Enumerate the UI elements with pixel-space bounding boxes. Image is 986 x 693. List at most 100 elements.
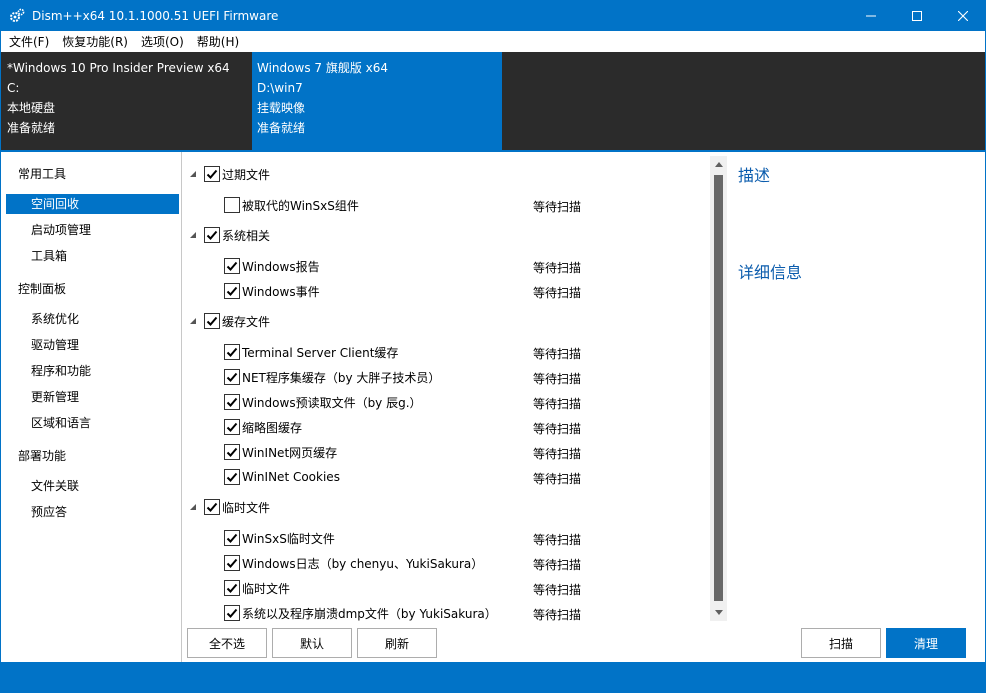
item-label: WinINet Cookies bbox=[242, 470, 340, 484]
window-title: Dism++x64 10.1.1000.51 UEFI Firmware bbox=[32, 9, 279, 23]
menu-restore[interactable]: 恢复功能(R) bbox=[56, 33, 134, 50]
sidebar-item-region[interactable]: 区域和语言 bbox=[6, 413, 179, 433]
item-checkbox[interactable] bbox=[224, 394, 240, 410]
cleanup-item-row[interactable]: 系统以及程序崩溃dmp文件（by YukiSakura） 等待扫描 bbox=[224, 602, 704, 622]
item-status: 等待扫描 bbox=[533, 447, 582, 461]
item-label: Windows报告 bbox=[242, 259, 320, 274]
item-status: 等待扫描 bbox=[533, 533, 582, 547]
sidebar-item-space-reclaim[interactable]: 空间回收 bbox=[6, 194, 179, 214]
sidebar-item-file-assoc[interactable]: 文件关联 bbox=[6, 476, 179, 496]
refresh-button[interactable]: 刷新 bbox=[357, 628, 437, 658]
category-row[interactable]: 临时文件 bbox=[187, 496, 270, 518]
cleanup-item-row[interactable]: WinINet Cookies 等待扫描 bbox=[224, 466, 704, 488]
item-checkbox[interactable] bbox=[224, 197, 240, 213]
default-button[interactable]: 默认 bbox=[272, 628, 352, 658]
expand-toggle-icon[interactable] bbox=[187, 229, 199, 241]
cleanup-item-row[interactable]: WinINet网页缓存 等待扫描 bbox=[224, 441, 704, 463]
item-label: 被取代的WinSxS组件 bbox=[242, 198, 359, 213]
cleanup-item-row[interactable]: Terminal Server Client缓存 等待扫描 bbox=[224, 341, 704, 363]
nav-group-common-tools: 常用工具 bbox=[18, 167, 67, 181]
item-checkbox[interactable] bbox=[224, 469, 240, 485]
item-status: 等待扫描 bbox=[533, 422, 582, 436]
cleanup-item-row[interactable]: 缩略图缓存 等待扫描 bbox=[224, 416, 704, 438]
sidebar-item-toolbox[interactable]: 工具箱 bbox=[6, 246, 179, 266]
item-checkbox[interactable] bbox=[224, 530, 240, 546]
item-checkbox[interactable] bbox=[224, 258, 240, 274]
item-status: 等待扫描 bbox=[533, 261, 582, 275]
category-checkbox[interactable] bbox=[204, 227, 220, 243]
session-name: Windows 7 旗舰版 x64 bbox=[257, 61, 389, 75]
cleanup-item-row[interactable]: 被取代的WinSxS组件 等待扫描 bbox=[224, 194, 704, 216]
cleanup-item-row[interactable]: Windows预读取文件（by 辰g.） 等待扫描 bbox=[224, 391, 704, 413]
session-tile-image[interactable]: Windows 7 旗舰版 x64 D:\win7 挂载映像 准备就绪 bbox=[252, 52, 502, 150]
maximize-button[interactable] bbox=[894, 1, 940, 31]
session-tile-local[interactable]: *Windows 10 Pro Insider Preview x64 C: 本… bbox=[1, 52, 252, 150]
minimize-button[interactable] bbox=[848, 1, 894, 31]
status-bar bbox=[1, 662, 985, 692]
item-checkbox[interactable] bbox=[224, 344, 240, 360]
menu-file[interactable]: 文件(F) bbox=[1, 33, 55, 50]
sidebar-item-drivers[interactable]: 驱动管理 bbox=[6, 335, 179, 355]
item-label: Windows事件 bbox=[242, 284, 320, 299]
item-checkbox[interactable] bbox=[224, 555, 240, 571]
item-checkbox[interactable] bbox=[224, 283, 240, 299]
item-status: 等待扫描 bbox=[533, 397, 582, 411]
clean-button[interactable]: 清理 bbox=[886, 628, 966, 658]
category-checkbox[interactable] bbox=[204, 166, 220, 182]
category-row[interactable]: 过期文件 bbox=[187, 163, 270, 185]
menu-options[interactable]: 选项(O) bbox=[135, 33, 190, 50]
session-name: *Windows 10 Pro Insider Preview x64 bbox=[7, 61, 230, 75]
cleanup-item-row[interactable]: Windows日志（by chenyu、YukiSakura） 等待扫描 bbox=[224, 552, 704, 574]
session-type: 挂载映像 bbox=[257, 101, 306, 115]
vertical-scrollbar[interactable] bbox=[710, 156, 727, 621]
item-checkbox[interactable] bbox=[224, 580, 240, 596]
category-checkbox[interactable] bbox=[204, 313, 220, 329]
cleanup-item-row[interactable]: WinSxS临时文件 等待扫描 bbox=[224, 527, 704, 549]
item-status: 等待扫描 bbox=[533, 372, 582, 386]
title-bar[interactable]: Dism++x64 10.1.1000.51 UEFI Firmware bbox=[1, 1, 985, 31]
item-label: WinINet网页缓存 bbox=[242, 445, 338, 460]
item-label: NET程序集缓存（by 大胖子技术员） bbox=[242, 370, 441, 385]
item-status: 等待扫描 bbox=[533, 347, 582, 361]
minimize-icon bbox=[866, 15, 876, 17]
item-checkbox[interactable] bbox=[224, 605, 240, 621]
nav-group-deploy: 部署功能 bbox=[18, 449, 67, 463]
item-checkbox[interactable] bbox=[224, 369, 240, 385]
category-checkbox[interactable] bbox=[204, 499, 220, 515]
item-label: 系统以及程序崩溃dmp文件（by YukiSakura） bbox=[242, 606, 497, 621]
cleanup-item-row[interactable]: NET程序集缓存（by 大胖子技术员） 等待扫描 bbox=[224, 366, 704, 388]
sidebar-item-programs[interactable]: 程序和功能 bbox=[6, 361, 179, 381]
cleanup-item-row[interactable]: 临时文件 等待扫描 bbox=[224, 577, 704, 599]
expand-toggle-icon[interactable] bbox=[187, 501, 199, 513]
expand-toggle-icon[interactable] bbox=[187, 168, 199, 180]
item-status: 等待扫描 bbox=[533, 286, 582, 300]
item-label: 临时文件 bbox=[242, 581, 291, 596]
item-checkbox[interactable] bbox=[224, 419, 240, 435]
sidebar-item-startup[interactable]: 启动项管理 bbox=[6, 220, 179, 240]
session-status: 准备就绪 bbox=[7, 121, 56, 135]
item-label: Windows日志（by chenyu、YukiSakura） bbox=[242, 556, 484, 571]
item-label: 缩略图缓存 bbox=[242, 420, 303, 435]
category-row[interactable]: 系统相关 bbox=[187, 224, 270, 246]
item-checkbox[interactable] bbox=[224, 444, 240, 460]
details-heading: 详细信息 bbox=[738, 263, 803, 282]
category-label: 缓存文件 bbox=[222, 314, 271, 329]
sidebar-item-optimize[interactable]: 系统优化 bbox=[6, 309, 179, 329]
scroll-thumb[interactable] bbox=[714, 175, 723, 601]
menu-help[interactable]: 帮助(H) bbox=[191, 33, 245, 50]
cleanup-item-row[interactable]: Windows报告 等待扫描 bbox=[224, 255, 704, 277]
sidebar-item-answer-file[interactable]: 预应答 bbox=[6, 502, 179, 522]
cleanup-item-row[interactable]: Windows事件 等待扫描 bbox=[224, 280, 704, 302]
scroll-up-arrow-icon[interactable] bbox=[710, 156, 727, 173]
close-button[interactable] bbox=[940, 1, 986, 31]
session-path: D:\win7 bbox=[257, 81, 303, 95]
scan-button[interactable]: 扫描 bbox=[801, 628, 881, 658]
item-status: 等待扫描 bbox=[533, 583, 582, 597]
expand-toggle-icon[interactable] bbox=[187, 315, 199, 327]
category-row[interactable]: 缓存文件 bbox=[187, 310, 270, 332]
sidebar-item-updates[interactable]: 更新管理 bbox=[6, 387, 179, 407]
sidebar: 常用工具 空间回收 启动项管理 工具箱 控制面板 系统优化 驱动管理 程序和功能… bbox=[1, 152, 182, 662]
scroll-down-arrow-icon[interactable] bbox=[710, 604, 727, 621]
select-none-button[interactable]: 全不选 bbox=[187, 628, 267, 658]
close-icon bbox=[958, 11, 968, 21]
